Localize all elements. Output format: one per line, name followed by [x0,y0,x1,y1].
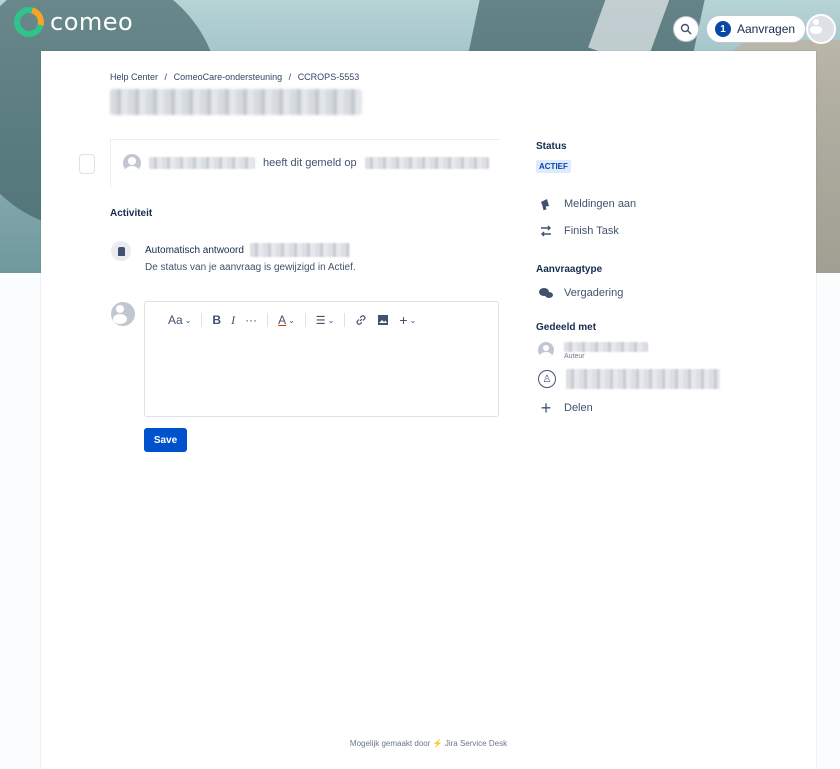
toolbar-divider [344,313,346,327]
chat-bubbles-icon [538,285,554,301]
text-color-dropdown[interactable]: A ⌄ [273,313,300,327]
activity-heading: Activiteit [110,208,153,219]
comeo-logo[interactable]: comeo [8,1,134,43]
top-bar: comeo 1 Aanvragen [0,0,840,46]
author-details: Auteur [564,342,648,360]
logo-text: comeo [50,8,134,36]
comment-editor[interactable]: Aa ⌄ B I ··· A ⌄ ☰ ⌄ + ⌄ [144,301,499,417]
group-name-redacted [566,369,720,389]
reporter-text: heeft dit gemeld op [263,157,357,169]
share-button[interactable]: + Delen [538,397,593,418]
more-formatting-button[interactable]: ··· [240,313,262,327]
chevron-down-icon: ⌄ [327,315,335,325]
save-button[interactable]: Save [144,428,187,452]
breadcrumb: Help Center / ComeoCare-ondersteuning / … [110,72,359,82]
request-type-label: Aanvraagtype [536,264,603,275]
notifications-toggle[interactable]: Meldingen aan [538,196,636,212]
author-avatar-icon [538,342,554,358]
status-badge: ACTIEF [536,160,571,173]
footer-product-link[interactable]: Jira Service Desk [445,739,507,748]
share-label: Delen [564,402,593,414]
image-button[interactable] [372,314,394,326]
auto-reply-icon [111,241,131,261]
bold-button[interactable]: B [207,313,226,327]
profile-avatar[interactable] [806,14,836,44]
breadcrumb-issue-key[interactable]: CCROPS-5553 [298,72,360,82]
requests-button[interactable]: 1 Aanvragen [706,15,807,43]
text-style-label: Aa [168,313,183,327]
status-label: Status [536,141,567,152]
link-icon [356,315,366,325]
list-icon: ☰ [315,314,326,327]
reporter-avatar-icon [123,154,141,172]
insert-dropdown[interactable]: + ⌄ [394,312,421,328]
plus-icon: + [399,312,408,328]
auto-reply-title: Automatisch antwoord [145,244,244,256]
auto-reply-date-redacted [249,243,350,257]
commenter-avatar [111,302,135,326]
reporter-name-redacted [149,157,255,169]
image-icon [378,315,389,325]
author-role: Auteur [564,353,585,360]
toolbar-divider [304,313,306,327]
request-card: Help Center / ComeoCare-ondersteuning / … [41,51,816,769]
people-icon: ♙ [538,370,556,388]
shared-author-row: Auteur [538,342,648,360]
footer-prefix: Mogelijk gemaakt door [349,739,431,748]
list-dropdown[interactable]: ☰ ⌄ [311,314,340,327]
toolbar-divider [267,313,269,327]
auto-reply-text: De status van je aanvraag is gewijzigd i… [145,262,356,273]
text-color-label: A [278,313,287,327]
request-type-value-row: Vergadering [538,285,623,301]
search-button[interactable] [673,16,699,42]
search-icon [680,23,692,35]
auto-reply-title-row: Automatisch antwoord [145,243,350,257]
author-name-redacted [564,342,648,352]
requests-label: Aanvragen [737,22,796,36]
footer: Mogelijk gemaakt door ⚡ Jira Service Des… [41,739,816,748]
jira-bolt-icon: ⚡ [432,739,443,748]
logo-mark-icon [8,1,50,43]
finish-task-action[interactable]: Finish Task [538,223,619,239]
chevron-down-icon: ⌄ [409,315,417,325]
breadcrumb-separator: / [164,72,168,82]
request-type-value: Vergadering [564,287,624,299]
shared-group-row: ♙ [538,369,720,389]
request-title-redacted [110,89,362,115]
toolbar-divider [201,313,203,327]
italic-button[interactable]: I [226,313,240,328]
transition-arrows-icon [538,223,554,239]
shared-with-label: Gedeeld met [536,322,597,333]
finish-task-label: Finish Task [564,225,619,237]
breadcrumb-help-center[interactable]: Help Center [110,72,158,82]
requests-count-badge: 1 [715,21,731,37]
notifications-label: Meldingen aan [564,198,637,210]
megaphone-icon [538,196,554,212]
breadcrumb-separator: / [288,72,292,82]
placeholder-icon [79,154,95,174]
avatar-icon [808,16,834,42]
chevron-down-icon: ⌄ [288,315,295,325]
breadcrumb-portal[interactable]: ComeoCare-ondersteuning [174,72,283,82]
text-style-dropdown[interactable]: Aa ⌄ [163,313,196,327]
plus-icon: + [540,397,552,418]
reported-date-redacted [364,157,489,169]
chevron-down-icon: ⌄ [184,315,192,325]
link-button[interactable] [350,314,372,326]
reporter-row: heeft dit gemeld op [123,154,489,172]
editor-toolbar: Aa ⌄ B I ··· A ⌄ ☰ ⌄ + ⌄ [163,312,421,328]
